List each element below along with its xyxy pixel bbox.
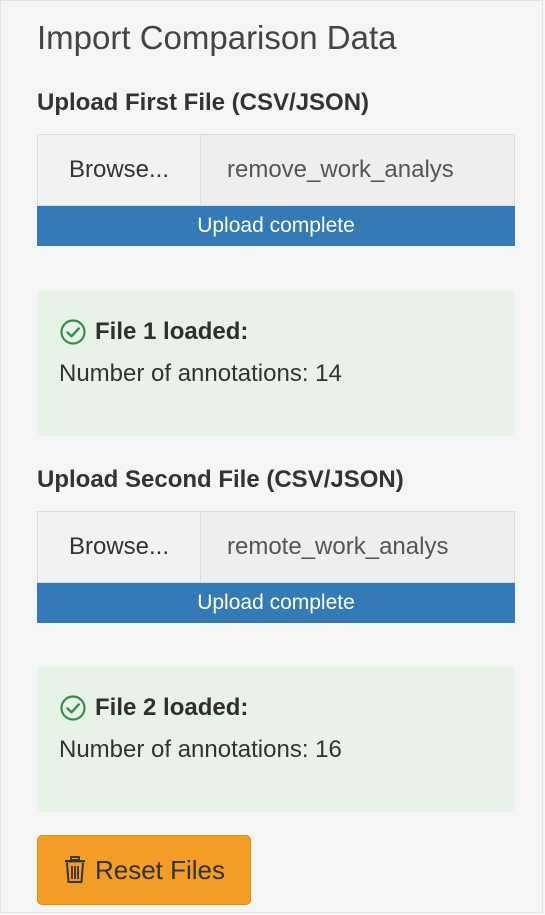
- panel-title: Import Comparison Data: [37, 19, 397, 56]
- file2-browse-button[interactable]: Browse...: [37, 511, 200, 583]
- file2-label: Upload Second File (CSV/JSON): [37, 466, 404, 493]
- import-panel: Import Comparison Data Upload First File…: [0, 0, 543, 913]
- file1-progress-bar: Upload complete: [37, 206, 515, 246]
- file1-filename-field[interactable]: remove_work_analys: [200, 134, 515, 206]
- file1-status-alert: File 1 loaded: Number of annotations: 14: [37, 290, 515, 436]
- file1-label: Upload First File (CSV/JSON): [37, 89, 370, 116]
- file2-status-header: File 2 loaded:: [59, 694, 515, 722]
- file1-status-title: File 1 loaded:: [95, 318, 249, 345]
- file1-progress-text: Upload complete: [197, 214, 355, 237]
- file2-progress-fill: Upload complete: [37, 583, 515, 623]
- reset-files-button[interactable]: Reset Files: [37, 835, 251, 905]
- reset-files-label: Reset Files: [94, 854, 226, 885]
- file2-progress-bar: Upload complete: [37, 583, 515, 623]
- file2-input[interactable]: Browse... remote_work_analys: [37, 511, 515, 583]
- check-circle-icon: [59, 318, 87, 346]
- file2-status-detail: Number of annotations: 16: [59, 736, 342, 763]
- file1-browse-button[interactable]: Browse...: [37, 134, 200, 206]
- file2-status-title: File 2 loaded:: [95, 694, 249, 721]
- file2-filename-field[interactable]: remote_work_analys: [200, 511, 515, 583]
- trash-icon: [63, 856, 87, 884]
- file1-status-detail: Number of annotations: 14: [59, 360, 342, 387]
- check-circle-icon: [59, 694, 87, 722]
- file1-progress-fill: Upload complete: [37, 206, 515, 246]
- file1-input[interactable]: Browse... remove_work_analys: [37, 134, 515, 206]
- file2-status-alert: File 2 loaded: Number of annotations: 16: [37, 666, 515, 812]
- file2-progress-text: Upload complete: [197, 591, 355, 614]
- file1-status-header: File 1 loaded:: [59, 318, 515, 346]
